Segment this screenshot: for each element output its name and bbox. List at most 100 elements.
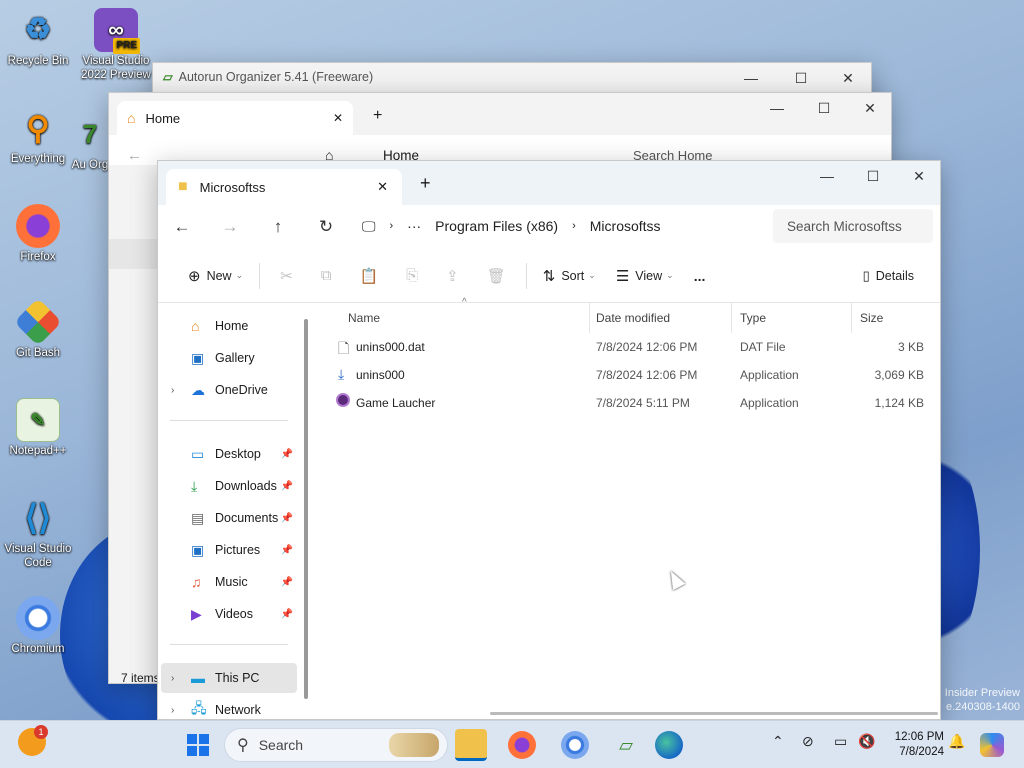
maximize-button[interactable]: ☐ [850,161,896,191]
nav-item-onedrive[interactable]: › ☁ OneDrive [161,375,297,405]
forward-button[interactable]: → [206,205,254,249]
tab-home[interactable]: ⌂ Home ✕ [117,101,353,135]
chevron-right-icon[interactable]: › [171,673,174,684]
new-button[interactable]: ⊕ New ⌄ [178,259,253,293]
pin-icon[interactable]: 📌 [281,577,293,588]
chevron-down-icon: ⌄ [235,270,244,280]
breadcrumb-overflow[interactable]: ··· [407,218,421,234]
gallery-icon: ▣ [191,349,205,366]
desktop-icon-everything[interactable]: ⚲ Everything [0,106,76,166]
desktop-icon-firefox[interactable]: Firefox [0,204,76,264]
nav-item-documents[interactable]: ▤ Documents 📌 [161,503,297,533]
column-header-date[interactable]: Date modified [588,303,732,333]
delete-button[interactable]: 🗑 [473,259,520,293]
maximize-button[interactable]: ☐ [778,63,824,93]
minimize-button[interactable]: — [754,93,800,123]
nav-scrollbar[interactable] [304,319,308,699]
copilot-icon[interactable] [980,733,1004,757]
search-input[interactable]: Search Microsoftss [773,209,933,243]
chevron-down-icon: ⌄ [666,270,674,280]
close-button[interactable]: ✕ [896,161,942,191]
desktop-icon-chromium[interactable]: Chromium [0,596,76,656]
firefox-taskbar-icon[interactable] [508,731,536,759]
file-list: ^ Name Date modified Type Size 🗋 unins00… [314,297,940,719]
volume-muted-icon[interactable]: 🔇 [858,733,875,750]
edge-taskbar-icon[interactable] [655,731,683,759]
paste-button[interactable]: 📋 [345,259,392,293]
nav-item-home[interactable]: ⌂ Home [161,311,297,341]
pin-icon[interactable]: 📌 [281,609,293,620]
rename-button[interactable]: ⎘ [392,259,432,293]
desktop-icon-visual-studio[interactable]: ∞ PRE Visual Studio 2022 Preview [78,8,154,82]
copy-button[interactable]: ⧉ [307,259,346,293]
column-header-size[interactable]: Size [852,303,932,333]
pin-icon[interactable]: 📌 [281,481,293,492]
nav-item-videos[interactable]: ▶ Videos 📌 [161,599,297,629]
share-button[interactable]: ⇪ [432,259,473,293]
desktop-icon-label: Visual Studio 2022 Preview [81,55,151,81]
system-clock[interactable]: 12:06 PM 7/8/2024 [884,730,944,760]
close-tab-icon[interactable]: ✕ [377,179,388,195]
details-pane-button[interactable]: ▯ Details [853,259,924,293]
chevron-right-icon[interactable]: › [171,705,174,716]
desktop-icon-label: Everything [10,153,66,165]
new-tab-button[interactable]: + [420,173,431,194]
chevron-right-icon[interactable]: › [171,385,174,396]
nav-item-downloads[interactable]: ⤓ Downloads 📌 [161,471,297,501]
pin-icon[interactable]: 📌 [281,449,293,460]
nav-item-music[interactable]: ♫ Music 📌 [161,567,297,597]
desktop-icon-recycle-bin[interactable]: ♻ Recycle Bin [0,8,76,68]
desktop-icon-git-bash[interactable]: Git Bash [0,297,76,360]
maximize-button[interactable]: ☐ [801,93,847,123]
file-list-scrollbar[interactable] [490,712,938,715]
nav-item-this-pc[interactable]: › ▬ This PC [161,663,297,693]
start-button[interactable] [182,729,214,761]
chevron-up-icon[interactable]: ⌃ [772,733,784,750]
pin-icon[interactable]: 📌 [281,545,293,556]
nav-item-pictures[interactable]: ▣ Pictures 📌 [161,535,297,565]
more-options-button[interactable]: ... [684,259,716,293]
back-arrow-icon[interactable]: ← [127,147,142,164]
view-button[interactable]: ☰ View ⌄ [606,259,684,293]
back-button[interactable]: ← [158,205,206,249]
breadcrumb-program-files[interactable]: Program Files (x86) [435,218,558,234]
taskbar-search[interactable]: ⚲ Search [224,728,448,762]
refresh-button[interactable]: ↻ [302,205,350,249]
sort-button[interactable]: ⇅ Sort ⌄ [533,259,606,293]
network-disconnected-icon[interactable]: ⊘ [802,733,814,750]
nav-label: Home [215,319,249,333]
close-button[interactable]: ✕ [825,63,871,93]
search-placeholder: Search [258,737,304,753]
autorun-organizer-taskbar-icon[interactable]: ▱ [610,729,642,761]
nav-item-desktop[interactable]: ▭ Desktop 📌 [161,439,297,469]
tab-microsoftss[interactable]: ■ Microsoftss ✕ [166,169,402,205]
file-row[interactable]: 🗋 unins000.dat 7/8/2024 12:06 PM DAT Fil… [314,333,940,361]
minimize-button[interactable]: — [804,161,850,191]
nav-item-selected[interactable] [109,239,157,269]
column-header-name[interactable]: Name [340,303,590,333]
desktop-icon-autorun[interactable]: 7 Au Org [70,112,110,172]
notification-bell-icon[interactable]: 🔔 [948,733,965,750]
command-bar: ⊕ New ⌄ ✂ ⧉ 📋 ⎘ ⇪ 🗑 ⇅ Sort ⌄ ☰ View ⌄ ... ▯ Det… [158,249,940,303]
display-icon[interactable]: ▭ [834,733,847,750]
close-button[interactable]: ✕ [847,93,893,123]
nav-item-gallery[interactable]: ▣ Gallery [161,343,297,373]
column-header-type[interactable]: Type [732,303,852,333]
new-tab-button[interactable]: + [373,107,382,125]
breadcrumb-microsoftss[interactable]: Microsoftss [590,218,661,234]
file-row[interactable]: Game Laucher 7/8/2024 5:11 PM Applicatio… [314,389,940,417]
file-row[interactable]: ⤓ unins000 7/8/2024 12:06 PM Application… [314,361,940,389]
desktop-icon-vscode[interactable]: ⟨⟩ Visual Studio Code [0,496,76,570]
desktop-icon-notepadpp[interactable]: ✎ Notepad++ [0,398,76,458]
explorer-window[interactable]: ■ Microsoftss ✕ + — ☐ ✕ ← → ↑ ↻ 🖵 › ··· … [157,160,941,720]
cut-button[interactable]: ✂ [266,259,307,293]
address-bar[interactable]: 🖵 › ··· Program Files (x86) › Microsofts… [362,209,766,243]
view-lines-icon: ☰ [615,267,630,285]
chromium-taskbar-icon[interactable] [561,731,589,759]
up-button[interactable]: ↑ [254,205,302,249]
close-tab-icon[interactable]: ✕ [333,111,343,125]
file-explorer-taskbar-icon[interactable] [455,729,487,761]
minimize-button[interactable]: — [728,63,774,93]
pin-icon[interactable]: 📌 [281,513,293,524]
nav-label: Downloads [215,479,277,493]
